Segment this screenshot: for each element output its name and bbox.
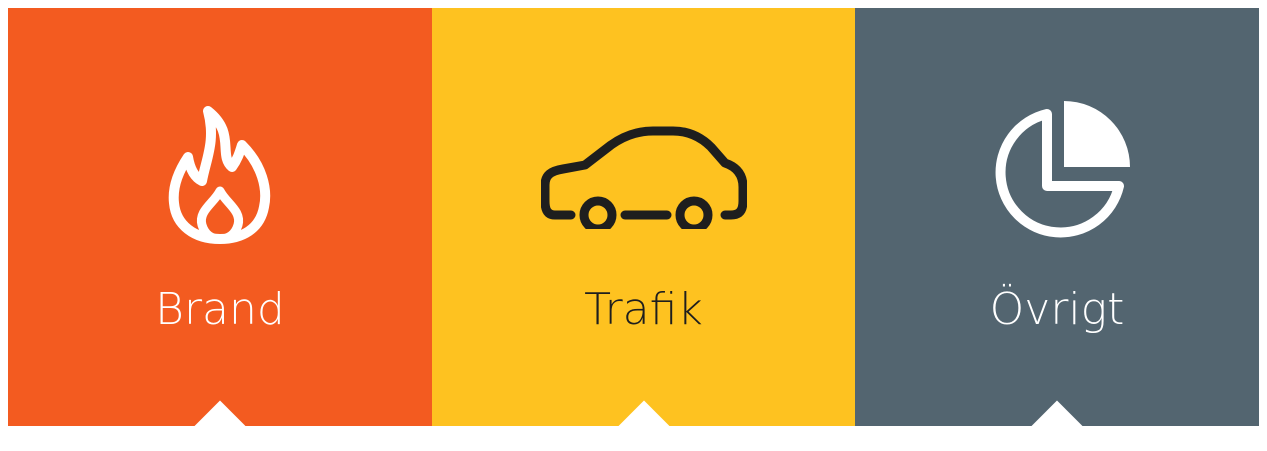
tile-label-trafik: Trafik [584,284,703,335]
tile-label-ovrigt: Övrigt [989,284,1125,335]
pie-chart-icon [855,101,1259,244]
tile-brand[interactable]: Brand [8,8,432,451]
tile-trafik[interactable]: Trafik [432,8,855,451]
car-icon [432,104,855,244]
tile-ovrigt[interactable]: Övrigt [855,8,1259,451]
tile-label-brand: Brand [155,284,285,335]
fire-icon [8,104,432,244]
category-tiles: Brand Trafik Övrigt [8,8,1259,451]
